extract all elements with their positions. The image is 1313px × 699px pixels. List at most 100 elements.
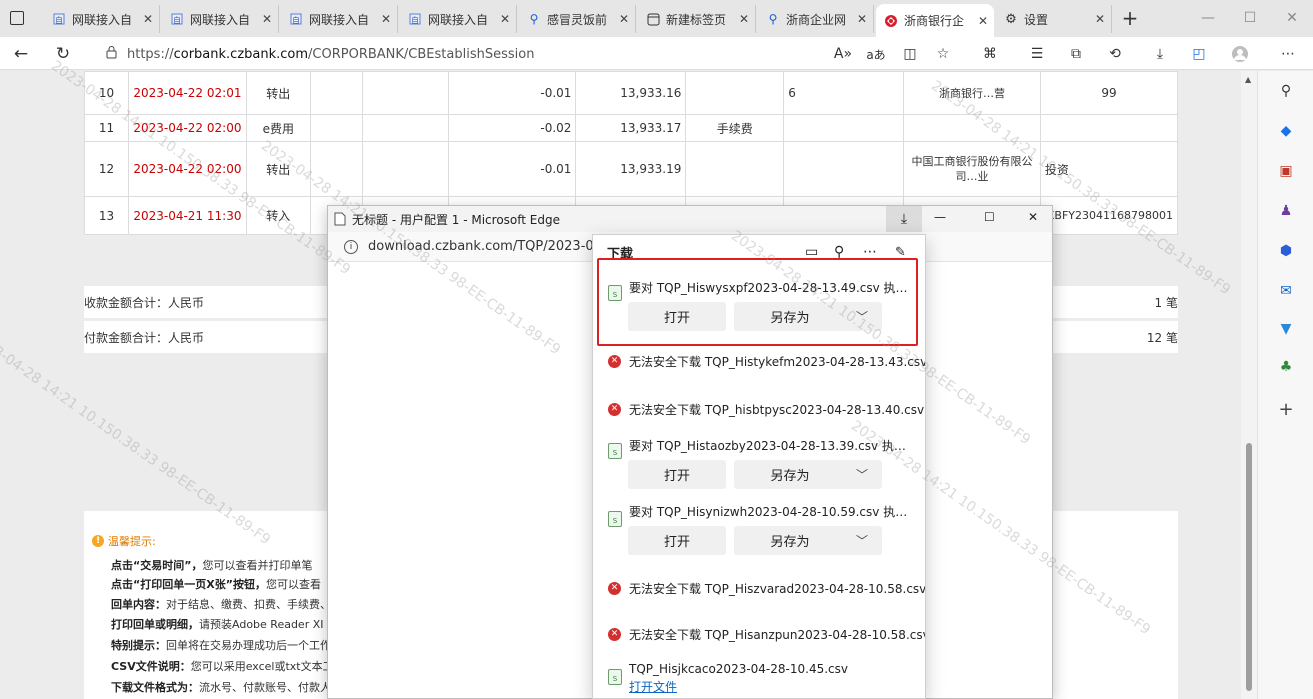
translate-icon[interactable]: aあ xyxy=(866,44,886,64)
url-host: corbank.czbank.com xyxy=(173,46,309,62)
open-button[interactable]: 打开 xyxy=(628,460,726,489)
tree-icon[interactable]: ♣ xyxy=(1276,357,1296,377)
tab-label: 浙商银行企 xyxy=(904,14,965,28)
tip-line: 特别提示：回单将在交易办理成功后一个工作 xyxy=(111,639,331,652)
favorite-add-icon[interactable]: ☆ xyxy=(933,44,953,64)
tab-close-icon[interactable]: ✕ xyxy=(1095,12,1105,26)
drop-icon[interactable]: ▼ xyxy=(1276,319,1296,339)
new-tab-icon xyxy=(646,12,660,26)
save-as-button[interactable]: 另存为 ﹀ xyxy=(734,526,882,555)
tools-icon[interactable]: ▣ xyxy=(1276,161,1296,181)
tab-close-icon[interactable]: ✕ xyxy=(500,12,510,26)
row-number: 13 xyxy=(84,196,129,235)
popup-download-icon[interactable]: ⤓ xyxy=(886,206,922,232)
refresh-icon[interactable]: ↻ xyxy=(52,43,74,65)
open-folder-icon[interactable]: ▭ xyxy=(805,244,818,260)
svg-text:自: 自 xyxy=(173,15,181,25)
profile-avatar[interactable] xyxy=(1230,44,1250,64)
page-scrollbar[interactable]: ▲ xyxy=(1241,71,1257,699)
tab-settings[interactable]: ⚙ 设置 ✕ xyxy=(996,5,1112,33)
reading-view-icon[interactable]: ◫ xyxy=(900,44,920,64)
tab-actions-icon[interactable] xyxy=(10,11,24,25)
save-as-label: 另存为 xyxy=(770,311,810,326)
tab-bank-4[interactable]: 自 网联接入自 ✕ xyxy=(400,5,517,33)
more-menu-icon[interactable]: ⋯ xyxy=(1278,44,1298,64)
outlook-icon[interactable]: ✉ xyxy=(1276,281,1296,301)
popup-minimize-icon[interactable]: — xyxy=(934,210,946,224)
games-icon[interactable]: ♟ xyxy=(1276,201,1296,221)
transaction-time-link[interactable]: 2023-04-22 02:00 xyxy=(127,141,247,197)
scroll-thumb[interactable] xyxy=(1246,443,1252,691)
save-as-button[interactable]: 另存为 ﹀ xyxy=(734,460,882,489)
shopping-tag-icon[interactable]: ◆ xyxy=(1276,121,1296,141)
tab-close-icon[interactable]: ✕ xyxy=(262,12,272,26)
back-arrow-icon[interactable]: ← xyxy=(10,43,32,65)
download-name: 无法安全下载 TQP_Hisanzpun2023-04-28-10.58.csv xyxy=(629,628,926,642)
open-button[interactable]: 打开 xyxy=(628,526,726,555)
page-icon xyxy=(334,212,346,226)
search-downloads-icon[interactable]: ⚲ xyxy=(834,244,844,260)
extensions-icon[interactable]: ⌘ xyxy=(980,44,1000,64)
tab-close-icon[interactable]: ✕ xyxy=(739,12,749,26)
downloads-panel: 下载 ▭ ⚲ ⋯ ✎ S 要对 TQP_Hiswysxpf2023-04-28-… xyxy=(592,234,926,699)
microsoft-365-icon[interactable]: ⬢ xyxy=(1276,241,1296,261)
counterparty-account xyxy=(783,141,905,197)
pin-icon[interactable]: ✎ xyxy=(895,245,906,260)
csv-file-icon: S xyxy=(608,511,622,527)
favorites-icon[interactable]: ☰ xyxy=(1027,44,1047,64)
tab-bank-1[interactable]: 自 网联接入自 ✕ xyxy=(44,5,160,33)
tab-close-icon[interactable]: ✕ xyxy=(619,12,629,26)
download-item[interactable]: ✕ 无法安全下载 TQP_hisbtpysc2023-04-28-13.40.c… xyxy=(593,391,925,427)
download-item[interactable]: ✕ 无法安全下载 TQP_Hisanzpun2023-04-28-10.58.c… xyxy=(593,617,925,653)
tab-bank-3[interactable]: 自 网联接入自 ✕ xyxy=(281,5,398,33)
popup-maximize-icon[interactable]: ☐ xyxy=(984,210,995,224)
tab-close-icon[interactable]: ✕ xyxy=(978,14,988,28)
download-item[interactable]: S 要对 TQP_Hiswysxpf2023-04-28-13.49.csv 执… xyxy=(593,271,925,339)
tab-czbank-active[interactable]: 浙商银行企 ✕ xyxy=(876,4,994,37)
tab-label: 网联接入自 xyxy=(190,12,251,27)
download-item[interactable]: S TQP_Hisjkcaco2023-04-28-10.45.csv 打开文件 xyxy=(593,659,925,698)
downloads-header: 下载 ▭ ⚲ ⋯ ✎ xyxy=(593,235,925,269)
popup-close-icon[interactable]: ✕ xyxy=(1028,210,1038,224)
download-item[interactable]: ✕ 无法安全下载 TQP_Hiszvarad2023-04-28-10.58.c… xyxy=(593,571,925,607)
office-icon[interactable]: ◰ xyxy=(1189,44,1209,64)
tab-close-icon[interactable]: ✕ xyxy=(143,12,153,26)
receive-currency: 人民币 xyxy=(168,295,205,310)
maximize-icon[interactable]: ☐ xyxy=(1229,0,1271,36)
download-item[interactable]: S 要对 TQP_Histaozby2023-04-28-13.39.csv 执… xyxy=(593,429,925,497)
open-button[interactable]: 打开 xyxy=(628,302,726,331)
download-item[interactable]: ✕ 无法安全下载 TQP_Histykefm2023-04-28-13.43.c… xyxy=(593,343,925,379)
tab-search-czbank[interactable]: ⚲ 浙商企业网 ✕ xyxy=(758,5,874,33)
table-row: 12 2023-04-22 02:00 转出 -0.01 13,933.19 中… xyxy=(84,141,1179,197)
tab-close-icon[interactable]: ✕ xyxy=(857,12,867,26)
transaction-time-link[interactable]: 2023-04-22 02:01 xyxy=(127,71,247,115)
tab-search-cold[interactable]: ⚲ 感冒灵饭前 ✕ xyxy=(519,5,636,33)
downloads-icon[interactable]: ⤓ xyxy=(1150,44,1170,64)
save-as-button[interactable]: 另存为 ﹀ xyxy=(734,302,882,331)
transaction-time-link[interactable]: 2023-04-21 11:30 xyxy=(127,196,247,235)
minimize-icon[interactable]: — xyxy=(1187,0,1229,36)
collections-icon[interactable]: ⧉ xyxy=(1066,44,1086,64)
download-name: 无法安全下载 TQP_hisbtpysc2023-04-28-13.40.csv xyxy=(629,403,925,417)
error-icon: ✕ xyxy=(608,582,621,595)
scroll-up-icon[interactable]: ▲ xyxy=(1245,75,1251,84)
transaction-balance: 13,933.19 xyxy=(575,141,687,197)
download-name: 要对 TQP_Hiswysxpf2023-04-28-13.49.csv 执… xyxy=(629,281,908,295)
open-file-link[interactable]: 打开文件 xyxy=(629,678,677,695)
search-icon[interactable]: ⚲ xyxy=(1276,81,1296,101)
window-controls: — ☐ ✕ xyxy=(1187,0,1313,36)
transaction-time-link[interactable]: 2023-04-22 02:00 xyxy=(127,114,247,142)
more-options-icon[interactable]: ⋯ xyxy=(863,244,877,260)
tab-bank-2[interactable]: 自 网联接入自 ✕ xyxy=(162,5,279,33)
czbank-logo-icon xyxy=(884,14,898,28)
add-sidebar-icon[interactable]: + xyxy=(1276,399,1296,420)
chevron-down-icon: ﹀ xyxy=(855,468,868,482)
read-aloud-icon[interactable]: A» xyxy=(833,44,853,64)
history-icon[interactable]: ⟲ xyxy=(1105,44,1125,64)
error-icon: ✕ xyxy=(608,403,621,416)
tab-close-icon[interactable]: ✕ xyxy=(381,12,391,26)
new-tab-button[interactable]: + xyxy=(1118,7,1142,31)
download-item[interactable]: S 要对 TQP_Hisynizwh2023-04-28-10.59.csv 执… xyxy=(593,497,925,565)
close-window-icon[interactable]: ✕ xyxy=(1271,0,1313,36)
tab-new-tab[interactable]: 新建标签页 ✕ xyxy=(638,5,756,33)
